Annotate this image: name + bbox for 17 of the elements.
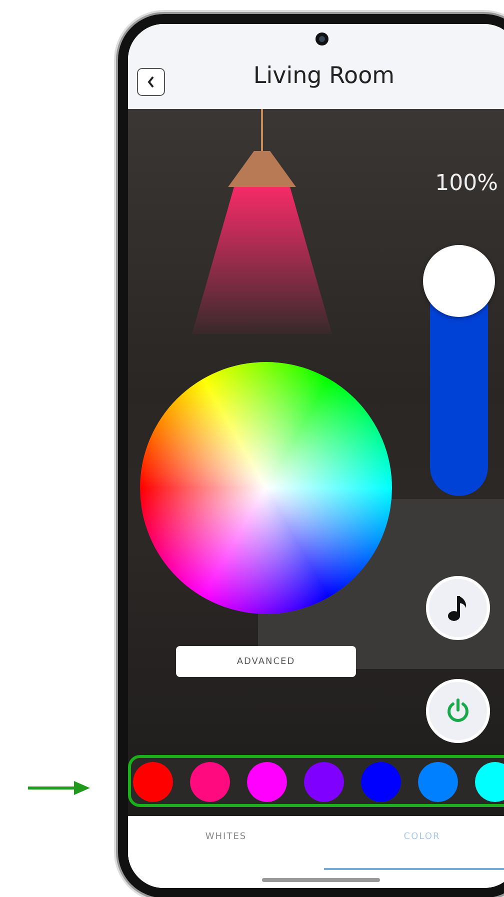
color-swatch[interactable] <box>133 762 173 802</box>
color-swatch[interactable] <box>304 762 344 802</box>
brightness-slider[interactable] <box>423 245 495 496</box>
color-swatch[interactable] <box>475 762 504 802</box>
arrow-icon <box>28 779 90 797</box>
color-swatch[interactable] <box>247 762 287 802</box>
color-swatch[interactable] <box>190 762 230 802</box>
music-note-icon <box>447 594 469 622</box>
back-button[interactable] <box>137 68 165 96</box>
power-icon <box>445 698 471 724</box>
chevron-left-icon <box>147 76 155 88</box>
brightness-reading: 100% <box>435 171 498 196</box>
camera-icon <box>315 32 329 46</box>
color-swatch[interactable] <box>361 762 401 802</box>
color-swatch[interactable] <box>418 762 458 802</box>
screen-title: Living Room <box>253 62 395 88</box>
advanced-button[interactable]: ADVANCED <box>176 646 356 677</box>
